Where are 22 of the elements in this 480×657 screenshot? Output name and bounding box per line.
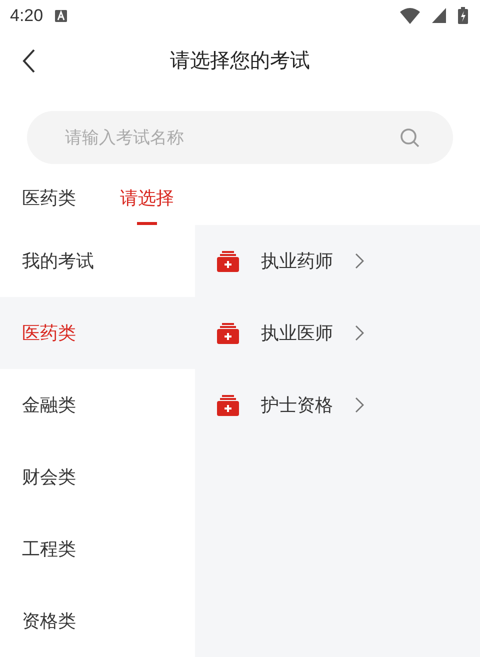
tab[interactable]: 医药类 [22, 186, 76, 225]
exam-item[interactable]: 执业药师 [261, 249, 333, 273]
battery-icon [458, 7, 468, 24]
medical-kit-icon [217, 250, 239, 272]
page-title: 请选择您的考试 [170, 46, 310, 74]
medical-kit-icon [217, 394, 239, 416]
tab[interactable]: 请选择 [120, 186, 174, 225]
exam-item[interactable]: 护士资格 [261, 393, 333, 417]
medical-kit-icon [217, 322, 239, 344]
chevron-right-icon[interactable] [355, 397, 364, 413]
notification-icon [55, 10, 68, 22]
search-icon[interactable] [400, 128, 420, 148]
status-time: 4:20 [10, 6, 44, 26]
exam-item[interactable]: 执业医师 [261, 321, 333, 345]
signal-icon [432, 8, 446, 24]
chevron-right-icon[interactable] [355, 253, 364, 269]
wifi-icon [400, 8, 420, 24]
search-field[interactable]: 请输入考试名称 [27, 111, 453, 164]
chevron-right-icon[interactable] [355, 325, 364, 341]
tab-underline [137, 222, 157, 225]
back-icon[interactable] [22, 48, 36, 73]
category-item[interactable]: 医药类 [0, 297, 195, 369]
